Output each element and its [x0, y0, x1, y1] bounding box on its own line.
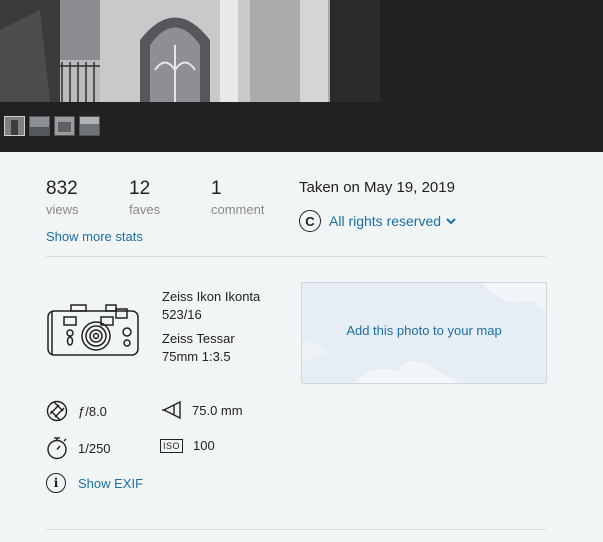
thumbnail-2[interactable] — [29, 116, 50, 136]
copyright-icon: C — [299, 210, 321, 232]
views-label: views — [46, 202, 79, 217]
faves-stat: 12 faves — [129, 178, 160, 217]
iso: ISO 100 — [160, 438, 215, 453]
iso-icon: ISO — [160, 438, 184, 453]
faves-count: 12 — [129, 178, 151, 199]
lens-name-line2: 75mm 1:3.5 — [162, 349, 231, 364]
license: C All rights reserved — [299, 210, 456, 232]
add-to-map-link[interactable]: Add this photo to your map — [302, 323, 546, 338]
thumbnail-1[interactable] — [4, 116, 25, 136]
divider-top — [46, 256, 546, 257]
show-exif: i Show EXIF — [46, 473, 143, 493]
camera-icon — [46, 303, 140, 362]
focal-length-value: 75.0 mm — [192, 402, 243, 418]
iso-value: 100 — [193, 438, 215, 453]
info-icon: i — [46, 473, 66, 493]
photo-viewer — [0, 0, 603, 152]
views-stat: 832 views — [46, 178, 79, 217]
camera-name-line1: Zeiss Ikon Ikonta — [162, 289, 261, 304]
divider-bottom — [46, 529, 546, 530]
faves-label: faves — [129, 202, 161, 217]
focal-length-icon — [162, 400, 181, 420]
show-more-stats-link[interactable]: Show more stats — [46, 229, 143, 244]
shutter-speed-value: 1/250 — [78, 440, 111, 456]
comments-label: comment — [211, 202, 265, 217]
chevron-down-icon — [446, 217, 456, 224]
thumbnail-4[interactable] — [79, 116, 100, 136]
license-dropdown[interactable]: All rights reserved — [329, 213, 456, 229]
camera-name-line2: 523/16 — [162, 307, 202, 322]
main-photo[interactable] — [0, 0, 380, 102]
map-placeholder[interactable]: Add this photo to your map — [301, 282, 547, 384]
comments-count: 1 — [211, 178, 222, 199]
license-label: All rights reserved — [329, 213, 442, 229]
show-exif-link[interactable]: Show EXIF — [78, 476, 143, 491]
thumbnail-strip — [4, 116, 100, 136]
aperture-value: ƒ/8.0 — [78, 403, 107, 419]
comments-stat: 1 comment — [211, 178, 264, 217]
stopwatch-icon — [47, 437, 67, 460]
lens-name: Zeiss Tessar 75mm 1:3.5 — [162, 330, 235, 366]
lens-name-line1: Zeiss Tessar — [162, 331, 235, 346]
camera-name[interactable]: Zeiss Ikon Ikonta 523/16 — [162, 288, 260, 324]
thumbnail-3[interactable] — [54, 116, 75, 136]
photo-image — [0, 0, 380, 102]
date-taken: Taken on May 19, 2019 — [299, 179, 455, 196]
views-count: 832 — [46, 178, 78, 199]
focal-length: 75.0 mm — [160, 400, 243, 420]
aperture-icon — [46, 400, 68, 422]
aperture: ƒ/8.0 — [46, 400, 107, 422]
shutter-speed: 1/250 — [46, 436, 111, 460]
